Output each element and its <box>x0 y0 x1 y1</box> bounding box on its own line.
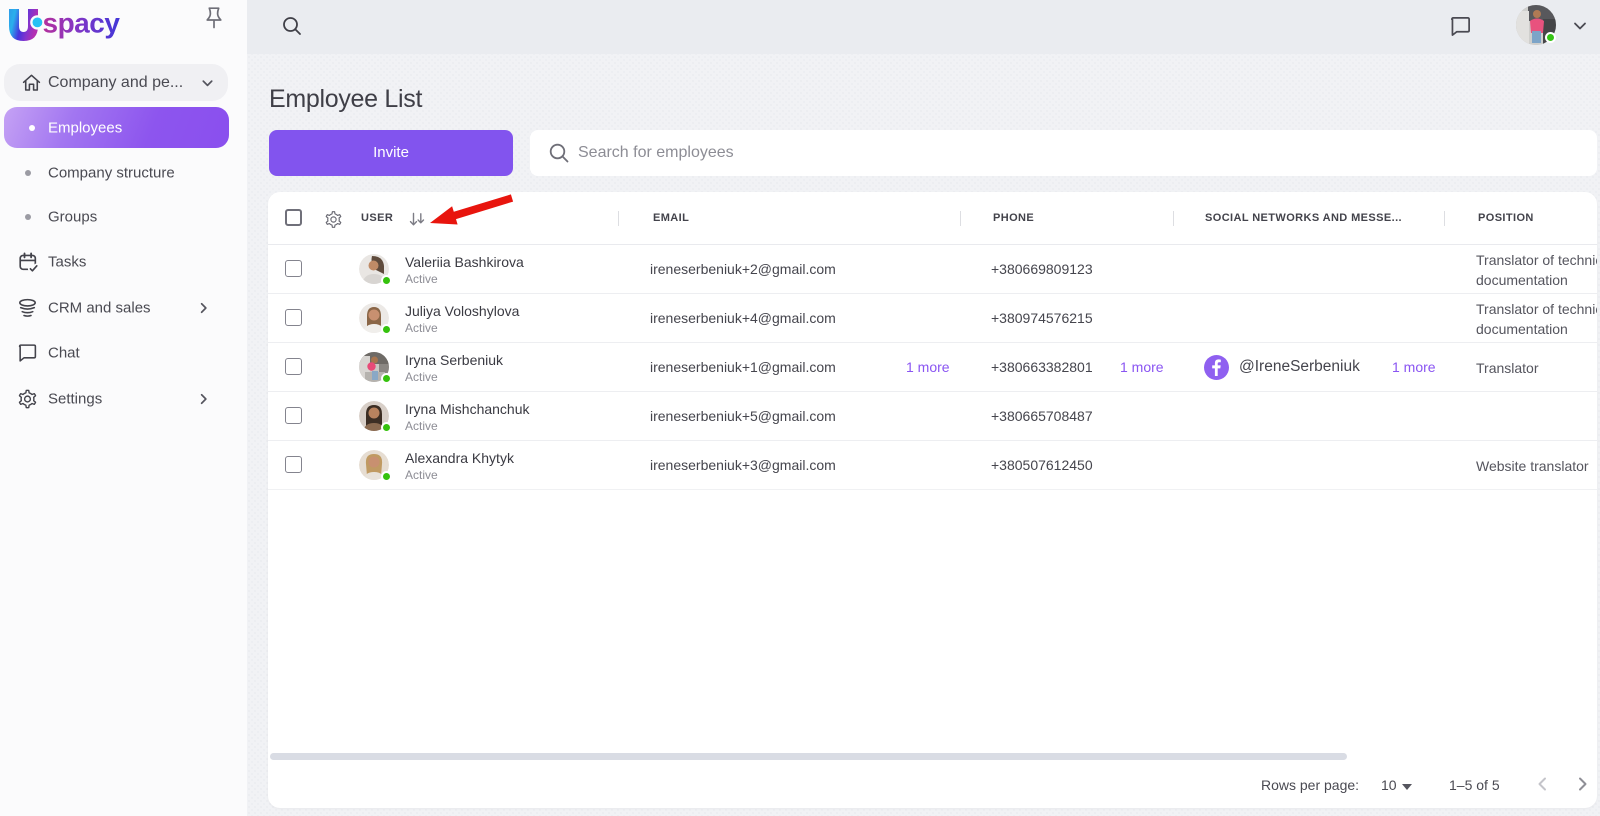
svg-text:spacy: spacy <box>43 8 121 39</box>
